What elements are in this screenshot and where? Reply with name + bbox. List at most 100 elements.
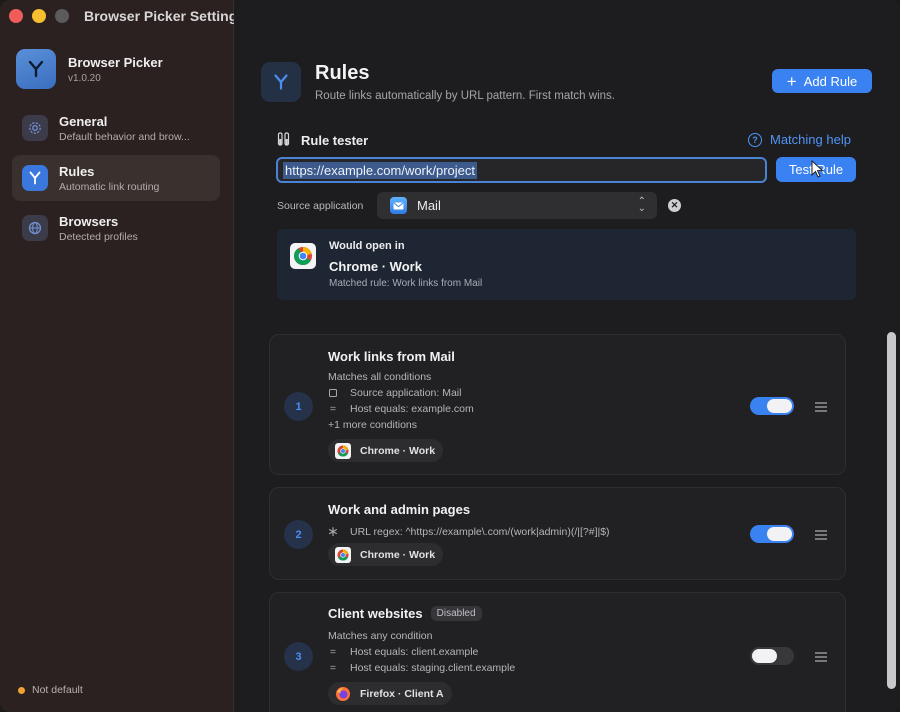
chevron-updown-icon: ⌃ ⌄ — [637, 196, 646, 214]
drag-handle-icon[interactable] — [815, 402, 827, 414]
zoom-window-button[interactable] — [55, 9, 69, 23]
mail-app-icon — [390, 197, 407, 214]
matching-help-link[interactable]: ? Matching help — [748, 132, 851, 147]
sidebar-item-browsers[interactable]: Browsers Detected profiles — [12, 205, 220, 251]
rule-card[interactable]: 2 Work and admin pages ∗ URL regex: ^http… — [269, 487, 846, 580]
chrome-icon — [290, 243, 316, 272]
app-logo-icon — [16, 49, 56, 89]
clear-source-icon[interactable]: ✕ — [668, 199, 681, 212]
rule-condition: = Host equals: example.com — [328, 403, 474, 415]
rule-title-text: Client websites — [328, 606, 423, 621]
rule-enabled-toggle[interactable] — [750, 647, 794, 665]
rule-title: Work and admin pages — [328, 502, 470, 517]
question-icon: ? — [748, 132, 762, 147]
rule-condition: ∗ URL regex: ^https://example\.com/(work|… — [327, 523, 610, 540]
rule-tester-label: Rule tester — [301, 133, 369, 148]
default-browser-status: Not default — [18, 684, 83, 696]
window-title: Browser Picker Settings — [84, 8, 246, 24]
rule-card[interactable]: 1 Work links from Mail Matches all condi… — [269, 334, 846, 475]
sidebar-item-label: Browsers — [59, 213, 119, 229]
sidebar-item-description: Automatic link routing — [59, 180, 160, 193]
test-url-input[interactable]: https://example.com/work/project — [276, 157, 767, 183]
condition-text: Source application: Mail — [350, 387, 462, 399]
globe-icon — [22, 215, 48, 241]
condition-text: Host equals: example.com — [350, 403, 474, 415]
drag-handle-icon[interactable] — [815, 652, 827, 664]
window-icon — [329, 389, 337, 397]
status-text: Not default — [32, 684, 83, 696]
target-browser-pill: Chrome · Work — [328, 439, 444, 462]
matching-help-label: Matching help — [770, 132, 851, 147]
rule-tester-heading: Rule tester — [277, 132, 368, 149]
equals-icon: = — [329, 646, 337, 658]
rule-number: 3 — [284, 642, 313, 671]
target-browser-pill: Firefox · Client A — [328, 682, 452, 705]
rule-condition: = Host equals: staging.client.example — [328, 662, 515, 674]
rule-enabled-toggle[interactable] — [750, 525, 794, 543]
sidebar: Browser Picker Settings Browser Picker v… — [0, 0, 245, 712]
rule-title-text: Work links from Mail — [328, 349, 455, 364]
chrome-icon — [335, 442, 351, 459]
plus-icon: + — [786, 71, 797, 91]
equals-icon: = — [329, 662, 337, 674]
condition-text: Host equals: client.example — [350, 646, 479, 658]
rule-number: 2 — [284, 520, 313, 549]
test-url-value: https://example.com/work/project — [283, 161, 478, 179]
gear-icon — [22, 115, 48, 141]
page-title: Rules — [315, 62, 370, 84]
drag-handle-icon[interactable] — [815, 530, 827, 542]
add-rule-label: Add Rule — [803, 73, 858, 89]
rule-title-text: Work and admin pages — [328, 502, 471, 517]
target-browser-label: Chrome · Work — [360, 548, 436, 561]
route-icon — [22, 165, 48, 191]
app-version: v1.0.20 — [68, 72, 101, 84]
minimize-window-button[interactable] — [32, 9, 46, 23]
rule-card[interactable]: 3 Client websites Disabled Matches any co… — [269, 592, 846, 712]
add-rule-button[interactable]: + Add Rule — [772, 69, 872, 93]
test-result-card: Would open in Chrome · Work Matched rule… — [277, 229, 856, 300]
rule-title: Client websites Disabled — [328, 606, 482, 621]
title-bar: Browser Picker Settings — [0, 0, 245, 32]
source-application-value: Mail — [417, 198, 441, 213]
settings-window: Browser Picker Settings Browser Picker v… — [0, 0, 900, 712]
rule-match-mode: Matches any condition — [328, 630, 433, 642]
status-dot-icon — [18, 686, 25, 694]
app-name: Browser Picker — [68, 54, 163, 70]
rule-title: Work links from Mail — [328, 349, 455, 364]
test-tubes-icon — [277, 132, 291, 149]
result-matched-rule: Matched rule: Work links from Mail — [329, 278, 483, 289]
source-application-select[interactable]: Mail ⌃ ⌄ — [377, 192, 657, 219]
target-browser-label: Firefox · Client A — [360, 687, 444, 700]
sidebar-item-description: Default behavior and brow... — [59, 130, 190, 143]
sidebar-item-label: Rules — [59, 163, 95, 179]
rule-match-mode: Matches all conditions — [328, 371, 432, 383]
rule-number: 1 — [284, 392, 313, 421]
result-browser: Chrome · Work — [329, 259, 422, 274]
condition-text: Host equals: staging.client.example — [350, 662, 516, 674]
sidebar-item-general[interactable]: General Default behavior and brow... — [12, 105, 220, 151]
target-browser-label: Chrome · Work — [360, 444, 436, 457]
scrollbar-thumb[interactable] — [887, 332, 896, 689]
rule-enabled-toggle[interactable] — [750, 397, 794, 415]
rules-route-icon — [261, 62, 301, 102]
firefox-icon — [335, 686, 351, 702]
more-conditions: +1 more conditions — [328, 419, 418, 431]
source-application-label: Source application — [277, 200, 364, 212]
main-content: Rules Route links automatically by URL p… — [234, 0, 900, 712]
sidebar-item-rules[interactable]: Rules Automatic link routing — [12, 155, 220, 201]
sidebar-item-description: Detected profiles — [59, 230, 138, 243]
sidebar-item-label: General — [59, 113, 108, 129]
rule-condition: = Host equals: client.example — [328, 646, 478, 658]
chrome-icon — [335, 546, 351, 563]
asterisk-icon: ∗ — [327, 523, 339, 539]
close-window-button[interactable] — [9, 9, 23, 23]
mouse-cursor-icon — [811, 160, 824, 178]
result-heading: Would open in — [329, 240, 405, 252]
rule-condition: Source application: Mail — [328, 387, 461, 399]
page-subtitle: Route links automatically by URL pattern… — [315, 90, 615, 102]
target-browser-pill: Chrome · Work — [328, 543, 444, 566]
disabled-badge: Disabled — [430, 606, 482, 621]
condition-text: URL regex: ^https://example\.com/(work|a… — [350, 525, 610, 538]
equals-icon: = — [329, 403, 337, 415]
app-header: Browser Picker v1.0.20 — [16, 49, 163, 89]
